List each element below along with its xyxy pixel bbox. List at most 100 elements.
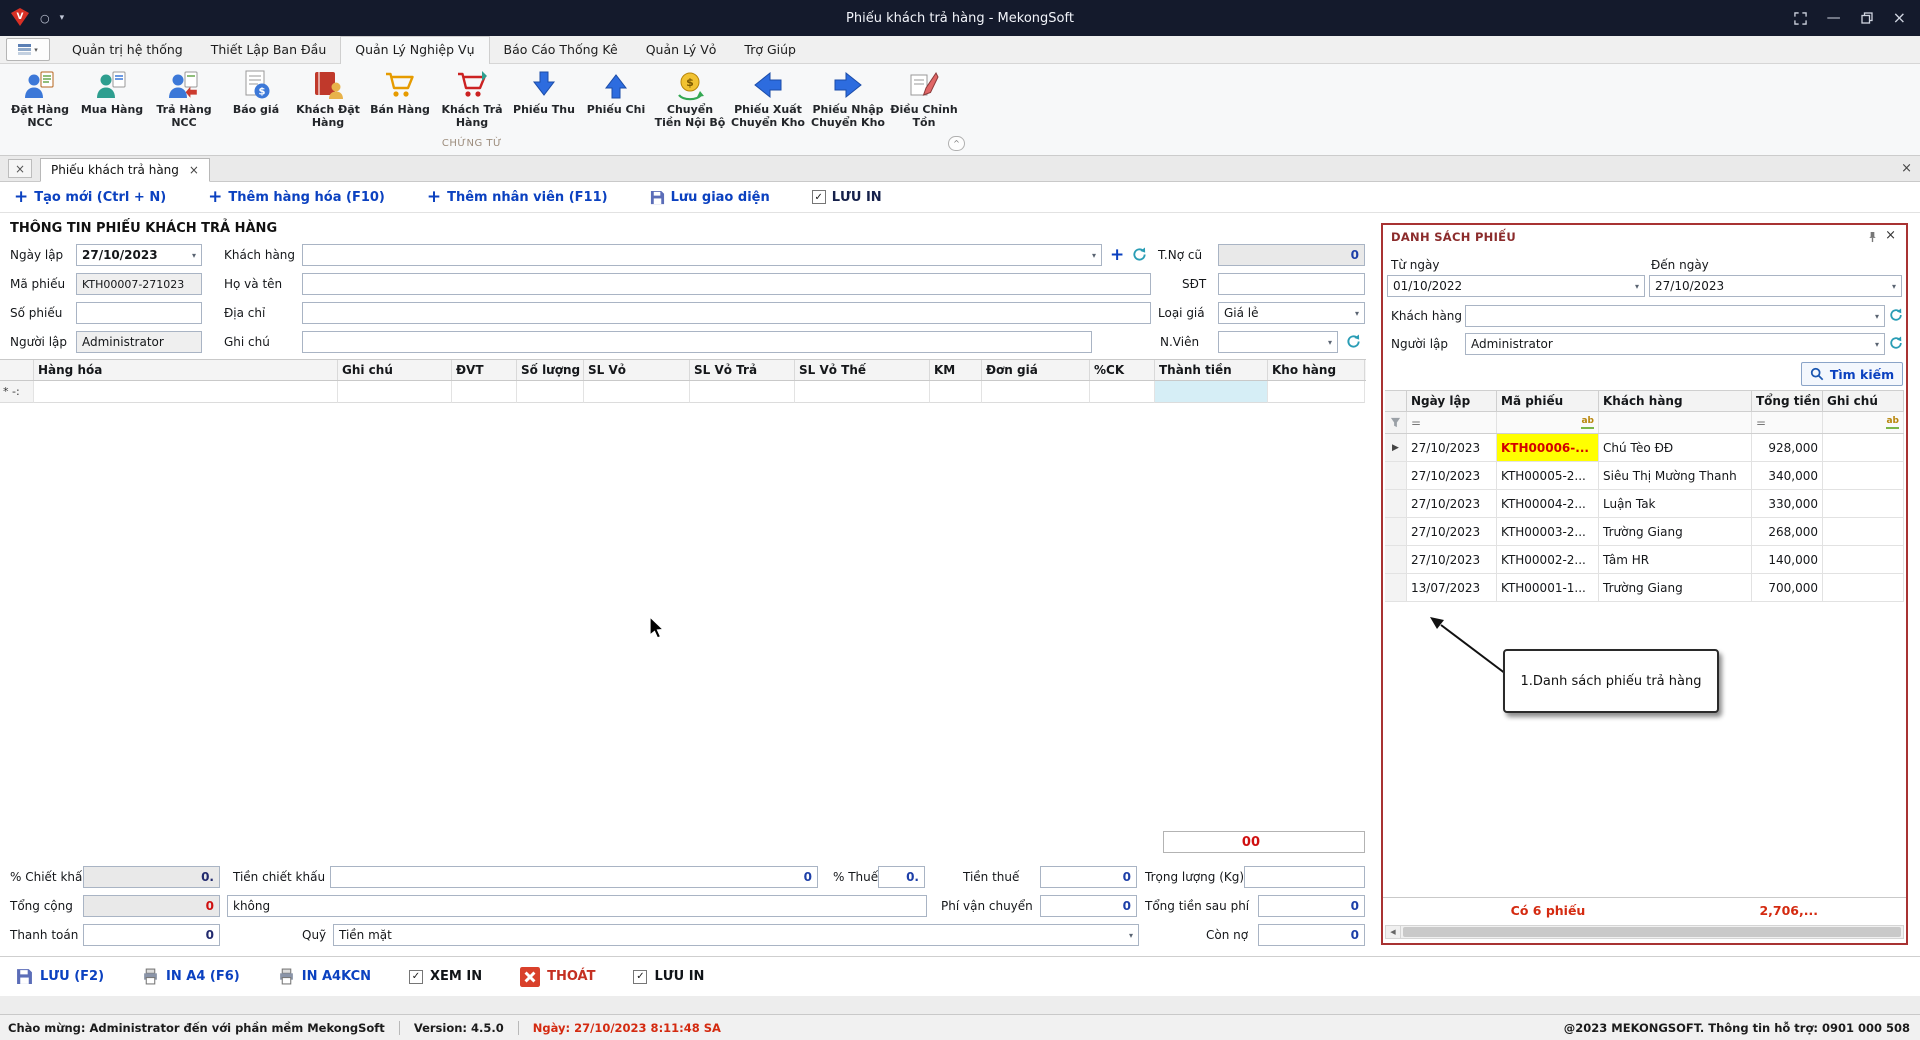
tab-quan-tri-he-thong[interactable]: Quản trị hệ thống: [58, 37, 197, 63]
tab-bar-close-icon[interactable]: ×: [1901, 161, 1912, 176]
receipt-row[interactable]: 13/07/2023 KTH00001-1... Trường Giang 70…: [1385, 574, 1904, 602]
receipt-row[interactable]: 27/10/2023 KTH00005-2... Siêu Thị Mường …: [1385, 462, 1904, 490]
print-a4-button[interactable]: IN A4 (F6): [142, 968, 240, 985]
document-tab-active[interactable]: Phiếu khách trả hàng ×: [40, 158, 210, 182]
col-so-luong[interactable]: Số lượng: [517, 360, 584, 380]
scrollbar-thumb[interactable]: [1403, 927, 1901, 937]
caret-down-icon[interactable]: ▾: [1871, 340, 1879, 349]
filter-customer[interactable]: [1599, 412, 1752, 433]
close-window-icon[interactable]: ×: [1893, 10, 1906, 26]
filter-note[interactable]: ab: [1823, 412, 1904, 433]
col-sl-vo[interactable]: SL Vỏ: [584, 360, 690, 380]
dia-chi-input[interactable]: [302, 302, 1151, 324]
pcol-tong-tien[interactable]: Tổng tiền: [1752, 391, 1823, 411]
tab-quan-ly-nghiep-vu[interactable]: Quản Lý Nghiệp Vụ: [340, 36, 490, 64]
checkbox-checked-icon[interactable]: ✓: [633, 969, 648, 984]
col-sl-vo-tra[interactable]: SL Vỏ Trả: [690, 360, 795, 380]
so-phieu-input[interactable]: [76, 302, 202, 324]
col-km[interactable]: KM: [930, 360, 982, 380]
receipt-row[interactable]: 27/10/2023 KTH00004-2... Luận Tak 330,00…: [1385, 490, 1904, 518]
phi-van-chuyen-field[interactable]: 0: [1040, 895, 1137, 917]
restore-icon[interactable]: [1860, 12, 1873, 24]
col-ck[interactable]: %CK: [1090, 360, 1155, 380]
checkbox-checked-icon[interactable]: ✓: [409, 969, 423, 984]
chiet-khau-pct-field[interactable]: 0.: [83, 866, 220, 888]
ribbon-button-chuyen-tien-noi-bo[interactable]: $ Chuyển Tiền Nội Bộ: [652, 66, 728, 130]
receipt-row[interactable]: ▶ 27/10/2023 KTH00006-... Chú Tèo ĐĐ 928…: [1385, 434, 1904, 462]
tab-bao-cao-thong-ke[interactable]: Báo Cáo Thống Kê: [490, 37, 632, 63]
ribbon-button-ban-hang[interactable]: Bán Hàng: [364, 66, 436, 117]
tien-thue-field[interactable]: 0: [1040, 866, 1137, 888]
thanh-tien-cell-highlight[interactable]: [1155, 381, 1268, 403]
col-sl-vo-the[interactable]: SL Vỏ Thế: [795, 360, 930, 380]
ribbon-button-khach-dat-hang[interactable]: Khách Đặt Hàng: [292, 66, 364, 130]
col-ghi-chu[interactable]: Ghi chú: [338, 360, 452, 380]
checkbox-checked-icon[interactable]: ✓: [811, 190, 826, 204]
minimize-icon[interactable]: —: [1827, 11, 1841, 25]
search-button[interactable]: Tìm kiếm: [1801, 362, 1903, 386]
ribbon-button-dieu-chinh-ton[interactable]: Điều Chỉnh Tồn: [888, 66, 960, 130]
col-don-gia[interactable]: Đơn giá: [982, 360, 1090, 380]
tien-chiet-khau-field[interactable]: 0: [330, 866, 818, 888]
scroll-left-arrow-icon[interactable]: ◀: [1386, 926, 1401, 938]
panel-refresh-user-icon[interactable]: [1889, 336, 1905, 352]
save-layout-button[interactable]: Lưu giao diện: [650, 190, 770, 205]
app-logo-icon[interactable]: V: [10, 7, 30, 30]
filter-total[interactable]: =: [1752, 412, 1823, 433]
loai-gia-combo[interactable]: Giá lẻ ▾: [1218, 302, 1365, 324]
create-new-button[interactable]: + Tạo mới (Ctrl + N): [14, 188, 166, 206]
khach-hang-combo[interactable]: ▾: [302, 244, 1102, 266]
ho-va-ten-input[interactable]: [302, 273, 1151, 295]
n-vien-combo[interactable]: ▾: [1218, 331, 1338, 353]
caret-down-icon[interactable]: ▾: [1631, 282, 1639, 291]
panel-khach-hang-combo[interactable]: ▾: [1465, 305, 1885, 327]
close-all-tabs-icon[interactable]: ×: [8, 159, 32, 178]
tab-thiet-lap-ban-dau[interactable]: Thiết Lập Ban Đầu: [197, 37, 341, 63]
ribbon-button-bao-gia[interactable]: $ Báo giá: [220, 66, 292, 117]
ghi-chu-input[interactable]: [302, 331, 1092, 353]
filter-funnel-icon[interactable]: [1385, 412, 1407, 433]
pin-icon[interactable]: [1867, 231, 1878, 246]
receipt-row[interactable]: 27/10/2023 KTH00002-2... Tâm HR 140,000: [1385, 546, 1904, 574]
fullscreen-icon[interactable]: [1793, 11, 1807, 25]
tab-quan-ly-vo[interactable]: Quản Lý Vỏ: [632, 37, 731, 63]
items-new-row[interactable]: * -:: [0, 381, 1366, 403]
sdt-input[interactable]: [1218, 273, 1365, 295]
panel-close-icon[interactable]: ×: [1885, 228, 1896, 243]
add-employee-button[interactable]: + Thêm nhân viên (F11): [427, 188, 608, 206]
caret-down-icon[interactable]: ▾: [1324, 338, 1332, 347]
ribbon-button-dat-hang-ncc[interactable]: Đặt Hàng NCC: [4, 66, 76, 130]
caret-down-icon[interactable]: ▾: [1088, 251, 1096, 260]
exit-button[interactable]: THOÁT: [520, 966, 595, 987]
filter-date[interactable]: =: [1407, 412, 1497, 433]
luu-in-toggle[interactable]: ✓ LƯU IN: [811, 190, 882, 205]
add-customer-button[interactable]: +: [1110, 244, 1124, 266]
thue-pct-field[interactable]: 0.: [878, 866, 925, 888]
record-circle-icon[interactable]: ○: [40, 12, 50, 25]
col-hang-hoa[interactable]: Hàng hóa: [34, 360, 338, 380]
pcol-ghi-chu[interactable]: Ghi chú: [1823, 391, 1904, 411]
pcol-ma-phieu[interactable]: Mã phiếu: [1497, 391, 1599, 411]
panel-nguoi-lap-combo[interactable]: Administrator ▾: [1465, 333, 1885, 355]
ribbon-button-phieu-nhap-chuyen-kho[interactable]: Phiếu Nhập Chuyển Kho: [808, 66, 888, 130]
col-thanh-tien[interactable]: Thành tiền: [1155, 360, 1268, 380]
den-ngay-input[interactable]: 27/10/2023 ▾: [1649, 275, 1902, 297]
col-kho-hang[interactable]: Kho hàng: [1268, 360, 1365, 380]
close-tab-icon[interactable]: ×: [189, 163, 199, 177]
trong-luong-field[interactable]: [1244, 866, 1365, 888]
xem-in-toggle[interactable]: ✓ XEM IN: [409, 969, 482, 984]
save-button[interactable]: LƯU (F2): [16, 968, 104, 985]
tu-ngay-input[interactable]: 01/10/2022 ▾: [1387, 275, 1645, 297]
ribbon-button-phieu-thu[interactable]: Phiếu Thu: [508, 66, 580, 117]
filter-code[interactable]: ab: [1497, 412, 1599, 433]
ribbon-button-mua-hang[interactable]: Mua Hàng: [76, 66, 148, 117]
thanh-toan-field[interactable]: 0: [83, 924, 220, 946]
caret-down-icon[interactable]: ▾: [1125, 931, 1133, 940]
caret-down-icon[interactable]: ▾: [1888, 282, 1896, 291]
tab-tro-giup[interactable]: Trợ Giúp: [730, 37, 810, 63]
refresh-employee-icon[interactable]: [1346, 334, 1362, 350]
ngay-lap-input[interactable]: 27/10/2023 ▾: [76, 244, 202, 266]
panel-refresh-customer-icon[interactable]: [1889, 308, 1905, 324]
pcol-khach-hang[interactable]: Khách hàng: [1599, 391, 1752, 411]
ribbon-button-tra-hang-ncc[interactable]: Trả Hàng NCC: [148, 66, 220, 130]
